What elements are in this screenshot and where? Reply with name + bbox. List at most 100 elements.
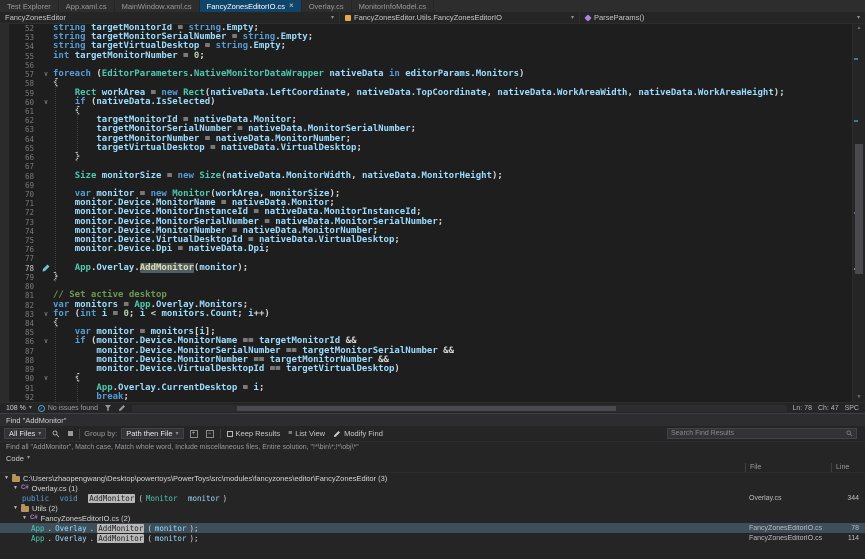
code-cleanup-button[interactable] bbox=[118, 404, 126, 412]
breakpoint-margin[interactable] bbox=[0, 125, 9, 134]
line-indicator[interactable]: Ln: 78 bbox=[793, 405, 812, 412]
breakpoint-margin[interactable] bbox=[0, 199, 9, 208]
breakpoint-margin[interactable] bbox=[0, 89, 9, 98]
code-line-66[interactable]: 66 } bbox=[0, 153, 852, 162]
tab-fancyzoneseditorio-cs[interactable]: FancyZonesEditorIO.cs× bbox=[200, 0, 302, 12]
code-line-79[interactable]: 79} bbox=[0, 273, 852, 282]
line-number[interactable]: 77 bbox=[9, 254, 39, 263]
line-number[interactable]: 83 bbox=[9, 310, 39, 319]
filter-issues-button[interactable] bbox=[104, 404, 112, 412]
space-mode-indicator[interactable]: SPC bbox=[845, 405, 859, 412]
breakpoint-margin[interactable] bbox=[0, 365, 9, 374]
line-number[interactable]: 70 bbox=[9, 190, 39, 199]
breakpoint-margin[interactable] bbox=[0, 70, 9, 79]
line-number[interactable]: 91 bbox=[9, 384, 39, 393]
scrollbar-thumb[interactable] bbox=[237, 406, 617, 411]
code-line-76[interactable]: 76 monitor.Device.Dpi = nativeData.Dpi; bbox=[0, 245, 852, 254]
scroll-up-icon[interactable]: ▲ bbox=[853, 24, 865, 33]
breakpoint-margin[interactable] bbox=[0, 282, 9, 291]
line-number[interactable]: 57 bbox=[9, 70, 39, 79]
stop-search-button[interactable] bbox=[66, 428, 75, 439]
line-number[interactable]: 62 bbox=[9, 116, 39, 125]
breakpoint-margin[interactable] bbox=[0, 153, 9, 162]
fold-collapse-icon[interactable]: ∨ bbox=[39, 310, 53, 319]
find-result-row[interactable]: public void AddMonitor(Monitor monitor)O… bbox=[0, 493, 865, 503]
line-number[interactable]: 66 bbox=[9, 153, 39, 162]
code-editor[interactable]: 52string targetMonitorId = string.Empty;… bbox=[0, 24, 865, 402]
scrollbar-thumb[interactable] bbox=[855, 144, 863, 274]
expand-collapse-icon[interactable]: ▼ bbox=[4, 476, 9, 481]
find-results-title[interactable]: Find "AddMonitor" bbox=[0, 414, 865, 426]
breakpoint-margin[interactable] bbox=[0, 356, 9, 365]
results-filter-dropdown[interactable]: Code ▾ bbox=[0, 453, 865, 463]
line-number[interactable]: 63 bbox=[9, 125, 39, 134]
line-number[interactable]: 92 bbox=[9, 393, 39, 402]
breakpoint-margin[interactable] bbox=[0, 301, 9, 310]
code-line-78[interactable]: 78 App.Overlay.AddMonitor(monitor); bbox=[0, 264, 852, 273]
line-number[interactable]: 79 bbox=[9, 273, 39, 282]
breakpoint-margin[interactable] bbox=[0, 98, 9, 107]
breakpoint-margin[interactable] bbox=[0, 190, 9, 199]
breakpoint-margin[interactable] bbox=[0, 310, 9, 319]
repeat-find-button[interactable] bbox=[50, 428, 62, 439]
breakpoint-margin[interactable] bbox=[0, 291, 9, 300]
column-header-line[interactable]: Line bbox=[831, 463, 865, 472]
line-number[interactable]: 71 bbox=[9, 199, 39, 208]
fold-collapse-icon[interactable]: ∨ bbox=[39, 98, 53, 107]
breakpoint-margin[interactable] bbox=[0, 79, 9, 88]
breakpoint-margin[interactable] bbox=[0, 135, 9, 144]
breakpoint-margin[interactable] bbox=[0, 347, 9, 356]
column-indicator[interactable]: Ch: 47 bbox=[818, 405, 839, 412]
tab-monitorinfomodel-cs[interactable]: MonitorInfoModel.cs bbox=[352, 0, 435, 12]
breakpoint-margin[interactable] bbox=[0, 181, 9, 190]
line-number[interactable]: 65 bbox=[9, 144, 39, 153]
line-number[interactable]: 72 bbox=[9, 208, 39, 217]
column-header-file[interactable]: File bbox=[745, 463, 831, 472]
breakpoint-margin[interactable] bbox=[0, 144, 9, 153]
find-tree-node[interactable]: ▼C#FancyZonesEditorIO.cs (2) bbox=[0, 513, 865, 523]
breakpoint-margin[interactable] bbox=[0, 33, 9, 42]
scroll-down-icon[interactable]: ▼ bbox=[853, 393, 865, 402]
fold-collapse-icon[interactable]: ∨ bbox=[39, 70, 53, 79]
breakpoint-margin[interactable] bbox=[0, 319, 9, 328]
search-scope-dropdown[interactable]: All Files ▾ bbox=[4, 428, 46, 439]
line-number[interactable]: 53 bbox=[9, 33, 39, 42]
code-line-60[interactable]: 60∨ if (nativeData.IsSelected) bbox=[0, 98, 852, 107]
find-tree-node[interactable]: ▼Utils (2) bbox=[0, 503, 865, 513]
code-line-83[interactable]: 83∨for (int i = 0; i < monitors.Count; i… bbox=[0, 310, 852, 319]
search-find-results-box[interactable] bbox=[667, 428, 857, 439]
breakpoint-margin[interactable] bbox=[0, 393, 9, 402]
tab-app-xaml-cs[interactable]: App.xaml.cs bbox=[59, 0, 115, 12]
code-line-89[interactable]: 89 monitor.Device.VirtualDesktopId == ta… bbox=[0, 365, 852, 374]
line-number[interactable]: 60 bbox=[9, 98, 39, 107]
tab-test-explorer[interactable]: Test Explorer bbox=[0, 0, 59, 12]
line-number[interactable]: 89 bbox=[9, 365, 39, 374]
line-number[interactable]: 56 bbox=[9, 61, 39, 70]
expand-collapse-icon[interactable]: ▼ bbox=[13, 486, 18, 491]
breakpoint-margin[interactable] bbox=[0, 264, 9, 273]
line-number[interactable]: 80 bbox=[9, 282, 39, 291]
line-number[interactable]: 58 bbox=[9, 79, 39, 88]
find-tree-node[interactable]: ▼C#Overlay.cs (1) bbox=[0, 483, 865, 493]
document-health-indicator[interactable]: ✓ No issues found bbox=[38, 405, 98, 412]
breakpoint-margin[interactable] bbox=[0, 52, 9, 61]
group-by-dropdown[interactable]: Path then File ▾ bbox=[121, 428, 183, 439]
line-number[interactable]: 85 bbox=[9, 328, 39, 337]
member-dropdown[interactable]: ParseParams() ▾ bbox=[580, 12, 865, 23]
tab-overlay-cs[interactable]: Overlay.cs bbox=[302, 0, 352, 12]
search-find-results-input[interactable] bbox=[671, 430, 844, 437]
find-result-row[interactable]: App.Overlay.AddMonitor(monitor);FancyZon… bbox=[0, 533, 865, 543]
breakpoint-margin[interactable] bbox=[0, 24, 9, 33]
tab-mainwindow-xaml-cs[interactable]: MainWindow.xaml.cs bbox=[115, 0, 200, 12]
line-number[interactable]: 86 bbox=[9, 337, 39, 346]
code-line-55[interactable]: 55int targetMonitorNumber = 0; bbox=[0, 52, 852, 61]
collapse-all-button[interactable]: − bbox=[204, 428, 216, 439]
find-result-row[interactable]: App.Overlay.AddMonitor(monitor);FancyZon… bbox=[0, 523, 865, 533]
fold-collapse-icon[interactable]: ∨ bbox=[39, 337, 53, 346]
tab-close-icon[interactable]: × bbox=[289, 2, 294, 10]
line-number[interactable]: 55 bbox=[9, 52, 39, 61]
expand-collapse-icon[interactable]: ▼ bbox=[13, 506, 18, 511]
line-number[interactable]: 64 bbox=[9, 135, 39, 144]
modify-find-button[interactable]: Modify Find bbox=[331, 428, 385, 439]
line-number[interactable]: 78 bbox=[9, 264, 39, 273]
